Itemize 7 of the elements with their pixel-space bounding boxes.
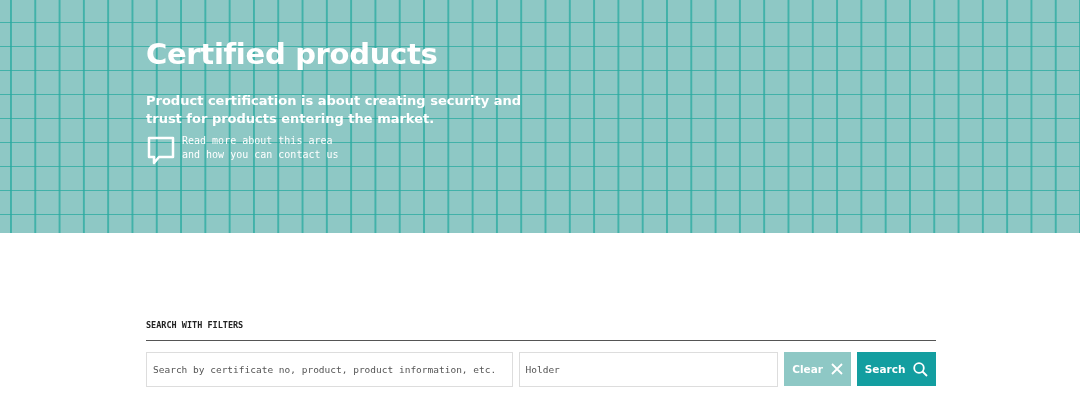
search-field[interactable]: Search by certificate no, product, product information, etc. [146, 352, 513, 387]
search-icon [913, 361, 929, 377]
speech-bubble-icon [146, 136, 176, 166]
close-icon [831, 363, 843, 375]
search-button[interactable]: Search [857, 352, 936, 386]
holder-field[interactable]: Holder [518, 352, 779, 387]
section-heading: SEARCH WITH FILTERS [146, 320, 936, 341]
